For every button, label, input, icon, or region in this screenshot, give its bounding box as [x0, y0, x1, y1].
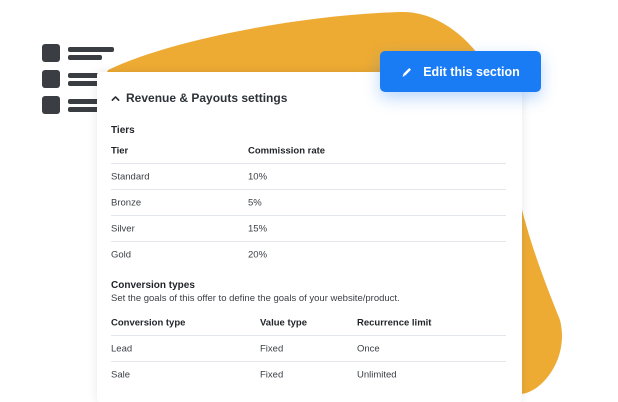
table-row: Gold 20%: [111, 242, 506, 267]
table-row: Standard 10%: [111, 164, 506, 190]
column-header: Commission rate: [248, 145, 326, 156]
commission-rate: 5%: [248, 197, 262, 208]
commission-rate: 20%: [248, 249, 268, 260]
table-header-row: Conversion type Value type Recurrence li…: [111, 310, 506, 336]
table-row: Lead Fixed Once: [111, 336, 506, 362]
conversion-types-heading: Conversion types: [111, 280, 195, 291]
table-row: Silver 15%: [111, 216, 506, 242]
tiers-heading: Tiers: [111, 125, 135, 136]
commission-rate: 10%: [248, 171, 268, 182]
tier-name: Standard: [111, 171, 150, 182]
tier-name: Silver: [111, 223, 135, 234]
value-type: Fixed: [260, 343, 284, 354]
recurrence-limit: Unlimited: [357, 369, 397, 380]
conversion-types-description: Set the goals of this offer to define th…: [111, 293, 400, 304]
column-header: Conversion type: [111, 317, 186, 328]
card-header[interactable]: Revenue & Payouts settings: [111, 90, 287, 106]
revenue-payouts-card: Revenue & Payouts settings Tiers Tier Co…: [97, 72, 522, 402]
card-title: Revenue & Payouts settings: [126, 91, 288, 105]
edit-section-button[interactable]: Edit this section: [380, 51, 541, 92]
table-row: Bronze 5%: [111, 190, 506, 216]
conversion-types-table: Conversion type Value type Recurrence li…: [111, 310, 506, 387]
conversion-type: Sale: [111, 369, 131, 380]
edit-section-label: Edit this section: [423, 64, 520, 79]
column-header: Tier: [111, 145, 129, 156]
recurrence-limit: Once: [357, 343, 380, 354]
table-row: Sale Fixed Unlimited: [111, 362, 506, 387]
column-header: Value type: [260, 317, 307, 328]
tier-name: Gold: [111, 249, 132, 260]
conversion-type: Lead: [111, 343, 133, 354]
commission-rate: 15%: [248, 223, 268, 234]
tier-name: Bronze: [111, 197, 142, 208]
value-type: Fixed: [260, 369, 284, 380]
column-header: Recurrence limit: [357, 317, 432, 328]
pencil-icon: [402, 67, 412, 77]
table-header-row: Tier Commission rate: [111, 138, 506, 164]
tiers-table: Tier Commission rate Standard 10% Bronze…: [111, 138, 506, 267]
chevron-up-icon[interactable]: [111, 94, 120, 103]
